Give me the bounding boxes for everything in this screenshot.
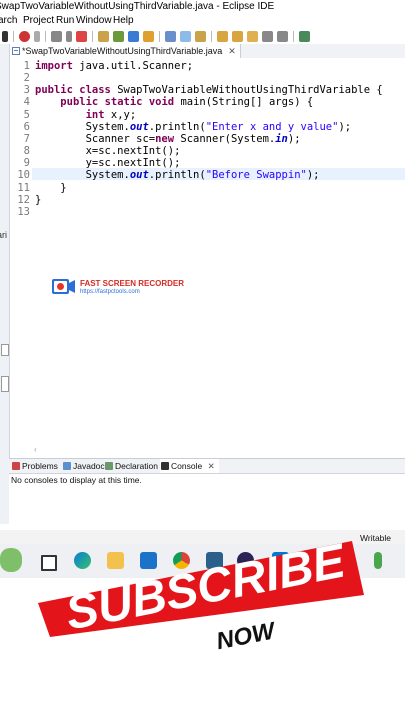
code-line-11: } (35, 182, 67, 194)
open-perspective-icon[interactable] (299, 30, 310, 42)
debug-icon[interactable] (19, 30, 30, 42)
tab-console[interactable]: Console ✕ (160, 459, 219, 473)
recorder-logo-icon (52, 279, 75, 294)
now-text: NOW (214, 617, 279, 655)
left-view-strip: ari (0, 44, 10, 524)
close-icon[interactable]: ✕ (208, 461, 215, 471)
package-icon[interactable] (98, 30, 109, 42)
toggle-mark-icon[interactable] (165, 30, 176, 42)
line-number: 3 (23, 84, 30, 96)
views-tab-bar: Problems Javadoc Declaration Console ✕ (9, 459, 405, 474)
menu-bar: arch Project Run Window Help (0, 14, 405, 28)
line-number: 4 (23, 96, 30, 108)
menu-help[interactable]: Help (113, 14, 134, 28)
line-number: 5 (23, 109, 30, 121)
editor-mode-status: Writable (360, 533, 392, 543)
class-icon[interactable] (113, 30, 124, 42)
line-number: 2 (23, 72, 30, 84)
plant-icon[interactable] (0, 548, 22, 572)
line-number: 10 (17, 169, 30, 181)
open-type-icon[interactable] (128, 30, 139, 42)
recorder-title: FAST SCREEN RECORDER (80, 279, 185, 288)
subscribe-now-banner[interactable]: SUBSCRIBE (34, 541, 364, 637)
code-line-10: System.out.println("Before Swappin"); (35, 169, 320, 181)
code-editor[interactable]: 1 2 3 4 5 6 7 8 9 10 11 12 13 import jav… (10, 58, 405, 456)
code-line-7: Scanner sc=new Scanner(System.in); (35, 133, 301, 145)
dropdown-icon[interactable] (2, 30, 8, 42)
tab-declaration[interactable]: Declaration (104, 459, 158, 473)
line-number: 1 (23, 60, 30, 72)
code-line-8: x=sc.nextInt(); (35, 145, 181, 157)
last-edit-icon[interactable] (247, 30, 258, 42)
java-file-icon (12, 47, 20, 55)
window-title: SwapTwoVariableWithoutUsingThirdVariable… (0, 1, 275, 12)
new-icon[interactable] (76, 30, 87, 42)
window-title-bar: SwapTwoVariableWithoutUsingThirdVariable… (0, 0, 405, 14)
main-toolbar (0, 28, 405, 44)
tab-problems[interactable]: Problems (11, 459, 58, 473)
prev-annotation-icon[interactable] (232, 30, 243, 42)
bottom-views-panel: Problems Javadoc Declaration Console ✕ N… (9, 458, 405, 531)
recorder-url: https://fastpctools.com (80, 289, 140, 295)
search-icon[interactable] (143, 30, 154, 42)
next-annotation-icon[interactable] (217, 30, 228, 42)
line-number: 11 (17, 182, 30, 194)
editor-tab[interactable]: *SwapTwoVariableWithoutUsingThirdVariabl… (10, 44, 241, 58)
line-number: 6 (23, 121, 30, 133)
code-line-3: public class SwapTwoVariableWithoutUsing… (35, 84, 383, 96)
terminate-icon[interactable] (51, 30, 62, 42)
declaration-icon (105, 462, 113, 470)
tab-javadoc[interactable]: Javadoc (62, 459, 105, 473)
menu-project[interactable]: Project (23, 14, 54, 28)
code-line-12: } (35, 194, 42, 206)
menu-window[interactable]: Window (76, 14, 112, 28)
close-icon[interactable]: ✕ (228, 46, 236, 56)
chevron-down-icon[interactable] (34, 30, 40, 42)
line-number: 13 (17, 206, 30, 218)
chevron-down-icon[interactable] (66, 30, 72, 42)
editor-tab-label: *SwapTwoVariableWithoutUsingThirdVariabl… (22, 46, 223, 56)
back-icon[interactable] (262, 30, 273, 42)
minimize-icon[interactable] (1, 376, 9, 392)
problems-icon (12, 462, 20, 470)
code-line-9: y=sc.nextInt(); (35, 157, 181, 169)
console-icon (161, 462, 169, 470)
restore-icon[interactable] (1, 344, 9, 356)
code-line-5: int x,y; (85, 109, 137, 121)
menu-search[interactable]: arch (0, 14, 17, 28)
tab-label: Problems (22, 461, 58, 471)
tab-label: Declaration (115, 461, 158, 471)
recorder-watermark: FAST SCREEN RECORDER https://fastpctools… (52, 278, 184, 298)
code-line-4: public static void main(String[] args) { (60, 96, 314, 108)
mongodb-icon[interactable] (374, 552, 382, 569)
line-number: 9 (23, 157, 30, 169)
menu-run[interactable]: Run (56, 14, 74, 28)
tab-label: Console (171, 461, 203, 471)
highlight-icon[interactable] (180, 30, 191, 42)
tab-label: Javadoc (73, 461, 105, 471)
now-text-wrapper: NOW (214, 617, 279, 655)
line-number: 12 (17, 194, 30, 206)
left-strip-label: ari (0, 230, 8, 240)
forward-icon[interactable] (277, 30, 288, 42)
line-number: 7 (23, 133, 30, 145)
scroll-left-icon[interactable]: ‹ (34, 445, 37, 454)
console-message: No consoles to display at this time. (11, 475, 142, 485)
javadoc-icon (63, 462, 71, 470)
code-line-6: System.out.println("Enter x and y value"… (35, 121, 352, 133)
annotation-icon[interactable] (195, 30, 206, 42)
code-line-1: import java.util.Scanner; (35, 60, 194, 72)
line-number: 8 (23, 145, 30, 157)
